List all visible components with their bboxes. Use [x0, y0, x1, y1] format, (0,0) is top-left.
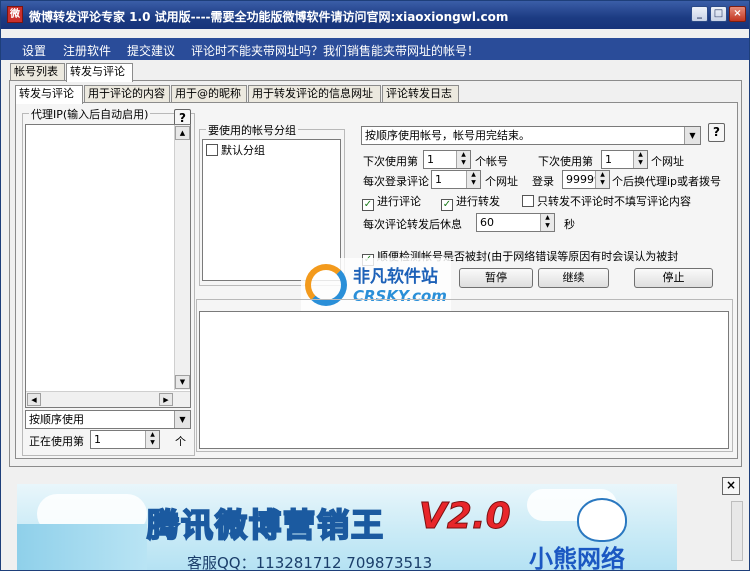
chk-no-content[interactable]: 只转发不评论时不填写评论内容: [522, 193, 691, 209]
subtab-at-nicknames[interactable]: 用于@的昵称: [171, 85, 247, 103]
rest-spinner[interactable]: 60 ▲ ▼: [476, 213, 555, 232]
menu-feedback[interactable]: 提交建议: [127, 42, 175, 59]
login-label: 登录: [532, 175, 554, 188]
window-title: 微博转发评论专家 1.0 试用版----需要全功能版微博软件请访问官网:xiao…: [29, 10, 509, 24]
pause-button[interactable]: 暂停: [459, 268, 533, 288]
proxy-using-value: 1: [94, 433, 101, 446]
maximize-button[interactable]: □: [710, 6, 727, 22]
per-login-value: 1: [435, 173, 442, 186]
per-login-spinner[interactable]: 1 ▲ ▼: [431, 170, 481, 189]
login-spinner[interactable]: 999999 ▲ ▼: [562, 170, 610, 189]
chevron-down-icon: ▼: [174, 411, 190, 428]
chk-no-content-label: 只转发不评论时不填写评论内容: [537, 195, 691, 208]
banner-qq: 客服QQ：113281712 709873513: [187, 554, 433, 570]
next-account-label: 下次使用第: [363, 155, 418, 168]
log-output[interactable]: [199, 311, 729, 449]
settings-help-button[interactable]: ?: [708, 123, 725, 142]
continue-button[interactable]: 继续: [538, 268, 609, 288]
tab-repost-comment[interactable]: 转发与评论: [66, 63, 133, 82]
menu-url-promo[interactable]: 评论时不能夹带网址吗？我们销售能夹带网址的帐号！: [191, 42, 479, 59]
account-group-title: 要使用的帐号分组: [206, 122, 298, 138]
proxy-order-value: 按顺序使用: [29, 413, 84, 426]
chk-repost-label: 进行转发: [456, 195, 500, 208]
next-url-value: 1: [605, 153, 612, 166]
banner-close-button[interactable]: ×: [722, 477, 740, 495]
bear-mascot-icon: [577, 498, 627, 542]
rest-label: 每次评论转发后休息: [363, 218, 462, 231]
app-icon: 微: [7, 6, 23, 23]
banner-version: V2.0: [419, 496, 512, 538]
stop-button[interactable]: 停止: [634, 268, 713, 288]
spin-arrows-icon[interactable]: ▲ ▼: [456, 151, 470, 168]
group-item-label: 默认分组: [221, 144, 265, 157]
scroll-down-icon[interactable]: ▼: [175, 375, 190, 389]
proxy-using-spinner[interactable]: 1 ▲ ▼: [90, 430, 160, 449]
subtab-info-urls[interactable]: 用于转发评论的信息网址: [248, 85, 381, 103]
sub-tab-strip: 转发与评论 用于评论的内容 用于@的昵称 用于转发评论的信息网址 评论转发日志: [15, 85, 515, 104]
chk-repost[interactable]: ✓ 进行转发: [441, 193, 500, 211]
subtab-log[interactable]: 评论转发日志: [382, 85, 459, 103]
spin-arrows-icon[interactable]: ▲ ▼: [145, 431, 159, 448]
chk-comment[interactable]: ✓ 进行评论: [362, 193, 421, 211]
scroll-right-icon[interactable]: ▶: [159, 393, 173, 406]
banner-headline: 腾讯微博营销王: [146, 505, 386, 545]
people-silhouette: [17, 524, 147, 570]
proxy-vscrollbar[interactable]: ▲ ▼: [174, 125, 190, 390]
rest-value: 60: [480, 216, 494, 229]
spin-arrows-icon[interactable]: ▲ ▼: [633, 151, 647, 168]
per-login-unit: 个网址: [485, 175, 518, 188]
rest-unit: 秒: [564, 218, 575, 231]
proxy-hscrollbar[interactable]: ◀ ▶: [26, 391, 190, 407]
banner-brand: 小熊网络: [529, 545, 625, 570]
spin-arrows-icon[interactable]: ▲ ▼: [540, 214, 554, 231]
checkmark-icon[interactable]: ✓: [441, 199, 453, 211]
minimize-button[interactable]: _: [691, 6, 708, 22]
checkmark-icon[interactable]: ✓: [362, 199, 374, 211]
proxy-title: 代理IP(输入后自动启用): [29, 106, 151, 122]
next-account-unit: 个帐号: [475, 155, 508, 168]
next-account-value: 1: [427, 153, 434, 166]
menu-settings[interactable]: 设置: [22, 42, 46, 59]
next-url-unit: 个网址: [651, 155, 684, 168]
menu-register[interactable]: 注册软件: [63, 42, 111, 59]
menu-bar: 设置 注册软件 提交建议 评论时不能夹带网址吗？我们销售能夹带网址的帐号！: [1, 38, 749, 60]
next-url-spinner[interactable]: 1 ▲ ▼: [601, 150, 648, 169]
top-tab-strip: 帐号列表 转发与评论: [10, 63, 210, 82]
scroll-up-icon[interactable]: ▲: [175, 126, 190, 140]
watermark-cn: 非凡软件站: [353, 267, 438, 287]
banner-scrollbar[interactable]: [731, 501, 743, 561]
next-account-spinner[interactable]: 1 ▲ ▼: [423, 150, 471, 169]
account-mode-select[interactable]: 按顺序使用帐号，帐号用完结束。 ▼: [361, 126, 701, 145]
proxy-using-unit: 个: [175, 435, 186, 448]
proxy-using-label: 正在使用第: [29, 435, 84, 448]
chk-comment-label: 进行评论: [377, 195, 421, 208]
title-bar[interactable]: 微 微博转发评论专家 1.0 试用版----需要全功能版微博软件请访问官网:xi…: [1, 1, 749, 29]
checkbox-icon[interactable]: [522, 195, 534, 207]
subtab-comment-content[interactable]: 用于评论的内容: [84, 85, 170, 103]
login-unit: 个后换代理ip或者拨号: [612, 175, 722, 188]
tab-account-list[interactable]: 帐号列表: [10, 63, 65, 81]
subtab-repost-comment[interactable]: 转发与评论: [15, 85, 83, 104]
main-window: 微 微博转发评论专家 1.0 试用版----需要全功能版微博软件请访问官网:xi…: [0, 0, 750, 571]
group-item-default[interactable]: 默认分组: [206, 142, 265, 158]
proxy-order-select[interactable]: 按顺序使用 ▼: [25, 410, 191, 429]
checkbox-icon[interactable]: [206, 144, 218, 156]
next-url-label: 下次使用第: [538, 155, 593, 168]
spin-arrows-icon[interactable]: ▲ ▼: [466, 171, 480, 188]
close-button[interactable]: ×: [729, 6, 746, 22]
spin-arrows-icon[interactable]: ▲ ▼: [595, 171, 609, 188]
account-mode-value: 按顺序使用帐号，帐号用完结束。: [365, 129, 530, 142]
promo-banner[interactable]: 腾讯微博营销王 V2.0 客服QQ：113281712 709873513 小熊…: [17, 484, 677, 570]
chevron-down-icon: ▼: [684, 127, 700, 144]
per-login-label: 每次登录评论: [363, 175, 429, 188]
scroll-left-icon[interactable]: ◀: [27, 393, 41, 406]
proxy-textarea[interactable]: ▲ ▼ ◀ ▶: [25, 124, 191, 408]
